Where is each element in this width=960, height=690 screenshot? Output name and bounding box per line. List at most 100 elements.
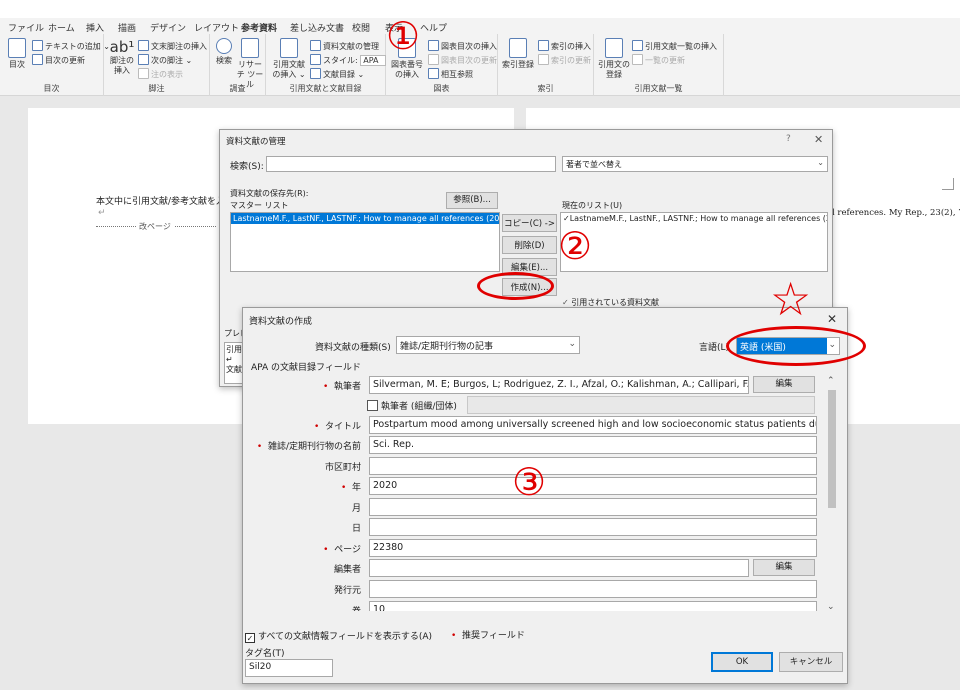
corporate-author-checkbox-row[interactable]: 執筆者 (組織/団体) (367, 399, 457, 412)
annotation-number-one: ① (386, 14, 421, 58)
tab-mailings[interactable]: 差し込み文書 (290, 21, 344, 34)
search-button[interactable]: 検索 (214, 38, 234, 66)
scroll-thumb[interactable] (828, 390, 836, 508)
title-input[interactable]: Postpartum mood among universally screen… (369, 416, 817, 434)
tag-input[interactable]: Sil20 (245, 659, 333, 677)
add-text-icon (32, 40, 43, 51)
month-input[interactable] (369, 498, 817, 516)
browse-button[interactable]: 参照(B)... (446, 192, 498, 209)
insert-tof-button[interactable]: 図表目次の挿入 (428, 40, 497, 52)
researcher-icon (241, 38, 259, 58)
group-label-toa: 引用文献一覧 (634, 84, 683, 93)
scroll-up-icon[interactable]: ⌃ (827, 376, 835, 386)
annotation-circle-new-button (477, 272, 554, 300)
search-icon (216, 38, 232, 54)
cancel-button[interactable]: キャンセル (779, 652, 843, 672)
group-footnotes: ab¹ 脚注の挿入 文末脚注の挿入 次の脚注 ⌄ 注の表示 脚注 (104, 34, 210, 96)
annotation-circle-language (726, 326, 866, 366)
recommended-legend: • 推奨フィールド (451, 631, 525, 641)
edit-author-button[interactable]: 編集 (753, 376, 815, 393)
show-notes-button[interactable]: 注の表示 (138, 68, 183, 80)
delete-button[interactable]: 削除(D) (502, 236, 557, 254)
group-toa: 引用文の登録 引用文献一覧の挿入 一覧の更新 引用文献一覧 (594, 34, 724, 96)
city-input[interactable] (369, 457, 817, 475)
close-icon[interactable]: ✕ (827, 312, 837, 326)
next-footnote-button[interactable]: 次の脚注 ⌄ (138, 54, 192, 66)
copy-button[interactable]: コピー(C) -> (502, 214, 557, 232)
journal-label: • 雑誌/定期刊行物の名前 (256, 442, 361, 452)
search-input[interactable] (266, 156, 556, 172)
insert-index-button[interactable]: 索引の挿入 (538, 40, 591, 52)
city-label: 市区町村 (324, 463, 361, 473)
mark-entry-button[interactable]: 索引登録 (502, 38, 534, 70)
tab-design[interactable]: デザイン (150, 21, 186, 34)
dialog-title: 資料文献の管理 (226, 137, 286, 147)
current-list-label: 現在のリスト(U) (562, 201, 623, 210)
field-row-pages: • ページ 22380 (251, 539, 821, 557)
sort-select[interactable]: 著者で並べ替え ⌄ (562, 156, 828, 172)
volume-input[interactable]: 10 (369, 601, 817, 611)
source-type-label: 資料文献の種類(S) (315, 343, 391, 353)
master-list-item[interactable]: LastnameM.F., LastNF., LASTNF.; How to m… (231, 213, 499, 224)
add-text-button[interactable]: テキストの追加 ⌄ (32, 40, 110, 52)
show-notes-icon (138, 68, 149, 79)
tab-file[interactable]: ファイル (8, 21, 44, 34)
style-value[interactable]: APA (360, 55, 386, 66)
bibliography-button[interactable]: 文献目録 ⌄ (310, 68, 364, 80)
master-list-label: マスター リスト (230, 201, 289, 210)
day-input[interactable] (369, 518, 817, 536)
insert-citation-button[interactable]: 引用文献の挿入 ⌄ (270, 38, 308, 80)
current-list-item[interactable]: ✓LastnameM.F., LastNF., LASTNF.; How to … (561, 213, 827, 224)
update-toc-button[interactable]: 目次の更新 (32, 54, 85, 66)
tab-home[interactable]: ホーム (48, 21, 75, 34)
source-label: 資料文献の保存先(R): (230, 189, 309, 198)
current-list[interactable]: ✓LastnameM.F., LastNF., LASTNF.; How to … (560, 212, 828, 272)
help-icon[interactable]: ? (786, 134, 791, 144)
scrollbar[interactable]: ⌃ ⌄ (825, 376, 839, 616)
update-index-button[interactable]: 索引の更新 (538, 54, 591, 66)
author-input[interactable]: Silverman, M. E; Burgos, L; Rodriguez, Z… (369, 376, 749, 394)
tab-layout[interactable]: レイアウト (194, 21, 239, 34)
year-input[interactable]: 2020 (369, 477, 817, 495)
year-label: • 年 (340, 483, 361, 493)
close-icon[interactable]: ✕ (814, 133, 823, 146)
update-tof-icon (428, 54, 439, 65)
show-all-fields-row[interactable]: ✓ すべての文献情報フィールドを表示する(A) (245, 629, 432, 643)
margin-corner (942, 178, 954, 190)
source-type-select[interactable]: 雑誌/定期刊行物の記事 ⌄ (396, 336, 580, 354)
master-list[interactable]: LastnameM.F., LastNF., LASTNF.; How to m… (230, 212, 500, 272)
author-label: • 執筆者 (322, 382, 361, 392)
scroll-down-icon[interactable]: ⌄ (827, 602, 835, 612)
edit-editor-button[interactable]: 編集 (753, 559, 815, 576)
publisher-input[interactable] (369, 580, 817, 598)
index-icon (538, 40, 549, 51)
corporate-author-checkbox[interactable] (367, 400, 378, 411)
editor-input[interactable] (369, 559, 749, 577)
tab-help[interactable]: ヘルプ (420, 21, 447, 34)
style-selector[interactable]: スタイル: APA (310, 54, 386, 66)
journal-input[interactable]: Sci. Rep. (369, 436, 817, 454)
group-label-toc: 目次 (43, 84, 60, 93)
checkmark-icon[interactable]: ✓ (245, 633, 255, 643)
insert-endnote-button[interactable]: 文末脚注の挿入 (138, 40, 207, 52)
tab-review[interactable]: 校閲 (352, 21, 370, 34)
update-toa-button[interactable]: 一覧の更新 (632, 54, 685, 66)
insert-footnote-button[interactable]: ab¹ 脚注の挿入 (108, 38, 136, 76)
toc-button[interactable]: 目次 (4, 38, 30, 70)
pages-input[interactable]: 22380 (369, 539, 817, 557)
field-row-journal: • 雑誌/定期刊行物の名前 Sci. Rep. (251, 436, 821, 454)
manage-sources-button[interactable]: 資料文献の管理 (310, 40, 379, 52)
update-tof-button[interactable]: 図表目次の更新 (428, 54, 497, 66)
insert-toa-button[interactable]: 引用文献一覧の挿入 (632, 40, 717, 52)
month-label: 月 (351, 504, 361, 514)
document-text-right: l references. My Rep., 23(2), 79- (832, 208, 960, 218)
tab-insert[interactable]: 挿入 (86, 21, 104, 34)
annotation-number-two: ② (558, 224, 593, 268)
tab-draw[interactable]: 描画 (118, 21, 136, 34)
group-label-citations: 引用文献と文献目録 (289, 84, 362, 93)
group-citations: 引用文献の挿入 ⌄ 資料文献の管理 スタイル: APA 文献目録 ⌄ 引用文献と… (266, 34, 386, 96)
mark-citation-button[interactable]: 引用文の登録 (598, 38, 630, 80)
group-toc: 目次 テキストの追加 ⌄ 目次の更新 目次 (0, 34, 110, 96)
cross-ref-button[interactable]: 相互参照 (428, 68, 473, 80)
ok-button[interactable]: OK (711, 652, 773, 672)
